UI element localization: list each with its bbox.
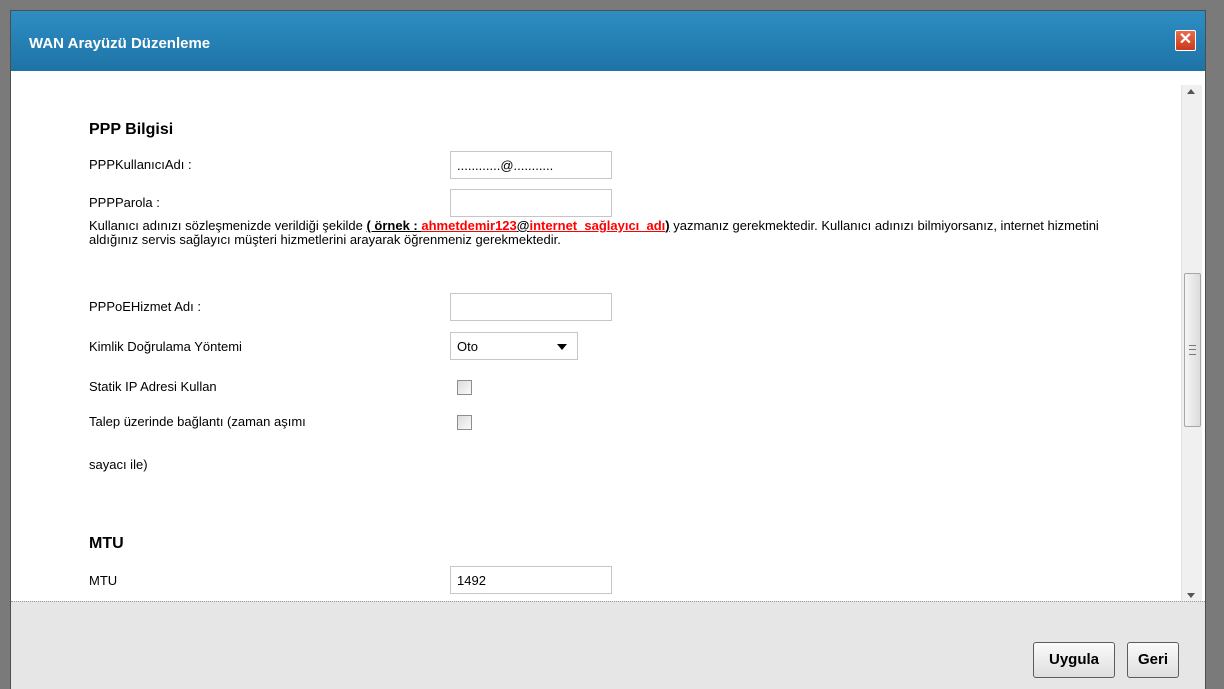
wan-interface-dialog: WAN Arayüzü Düzenleme ✕ PPP Bilgisi PPPK… <box>10 10 1206 689</box>
mtu-section-title: MTU <box>89 535 124 552</box>
note-example-label: ( örnek : <box>366 218 422 233</box>
grip-icon <box>1189 345 1196 355</box>
static-ip-label: Statik IP Adresi Kullan <box>89 379 217 394</box>
pppoe-service-label: PPPoEHizmet Adı : <box>89 299 201 314</box>
auth-method-label: Kimlik Doğrulama Yöntemi <box>89 339 242 354</box>
auth-method-value: Oto <box>457 339 478 354</box>
mtu-input[interactable] <box>450 566 612 594</box>
ppp-section-title: PPP Bilgisi <box>89 121 174 138</box>
on-demand-checkbox[interactable] <box>457 415 472 430</box>
ppp-username-input[interactable] <box>450 151 612 179</box>
apply-button[interactable]: Uygula <box>1033 642 1115 678</box>
scroll-up-icon[interactable] <box>1187 89 1195 94</box>
note-example-domain: internet_sağlayıcı_adı <box>529 218 666 233</box>
username-help-note: Kullanıcı adınızı sözleşmenizde verildiğ… <box>89 219 1149 247</box>
on-demand-label-line2: sayacı ile) <box>89 457 148 472</box>
dialog-titlebar: WAN Arayüzü Düzenleme ✕ <box>11 11 1205 71</box>
auth-method-select[interactable]: Oto <box>450 332 578 360</box>
note-example-value: ahmetdemir123 <box>421 218 517 233</box>
close-icon[interactable]: ✕ <box>1175 30 1196 51</box>
note-text-1: Kullanıcı adınızı sözleşmenizde verildiğ… <box>89 218 367 233</box>
ppp-username-label: PPPKullanıcıAdı : <box>89 157 192 172</box>
chevron-down-icon <box>557 344 567 350</box>
dialog-content: PPP Bilgisi PPPKullanıcıAdı : PPPParola … <box>11 71 1205 601</box>
scroll-thumb[interactable] <box>1184 273 1201 427</box>
dialog-footer: Uygula Geri <box>11 601 1205 689</box>
scroll-down-icon[interactable] <box>1187 593 1195 598</box>
dialog-title: WAN Arayüzü Düzenleme <box>29 35 211 52</box>
on-demand-label-line1: Talep üzerinde bağlantı (zaman aşımı <box>89 414 306 429</box>
mtu-label: MTU <box>89 573 118 588</box>
static-ip-checkbox[interactable] <box>457 380 472 395</box>
vertical-scrollbar[interactable] <box>1181 85 1202 601</box>
back-button[interactable]: Geri <box>1127 642 1179 678</box>
ppp-password-label: PPPParola : <box>89 195 160 210</box>
pppoe-service-input[interactable] <box>450 293 612 321</box>
note-example-at: @ <box>516 218 530 233</box>
ppp-password-input[interactable] <box>450 189 612 217</box>
